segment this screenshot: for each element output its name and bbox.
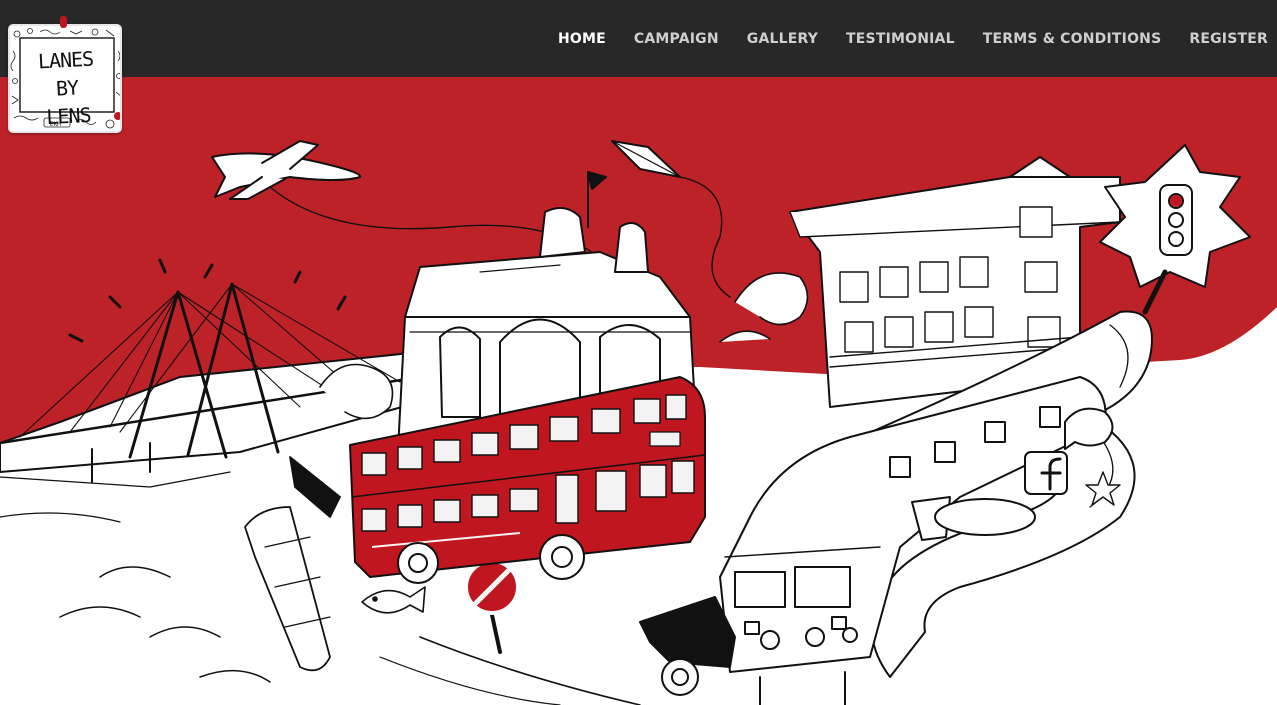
nav-terms-conditions[interactable]: TERMS & CONDITIONS	[983, 31, 1162, 47]
nav-testimonial[interactable]: TESTIMONIAL	[846, 31, 955, 47]
logo-text: LANES BY LENS	[26, 44, 108, 131]
nav-campaign[interactable]: CAMPAIGN	[634, 31, 719, 47]
nav-home[interactable]: HOME	[558, 31, 606, 47]
top-navbar: HOME CAMPAIGN GALLERY TESTIMONIAL TERMS …	[0, 0, 1277, 77]
nav-register[interactable]: REGISTER	[1189, 31, 1268, 47]
hero-illustration	[0, 77, 1277, 705]
pin-icon	[60, 16, 67, 28]
fish-icon	[361, 586, 426, 614]
auto-rickshaw	[639, 596, 736, 696]
facebook-icon	[1024, 451, 1068, 495]
main-nav: HOME CAMPAIGN GALLERY TESTIMONIAL TERMS …	[558, 0, 1268, 77]
boats	[244, 456, 341, 672]
logo-line-1: LANES BY	[37, 46, 94, 101]
logo-line-2: LENS	[45, 102, 92, 130]
nav-gallery[interactable]: GALLERY	[747, 31, 818, 47]
site-logo[interactable]: EKM LANES BY LENS	[8, 24, 122, 133]
no-entry-sign-icon	[464, 559, 520, 654]
